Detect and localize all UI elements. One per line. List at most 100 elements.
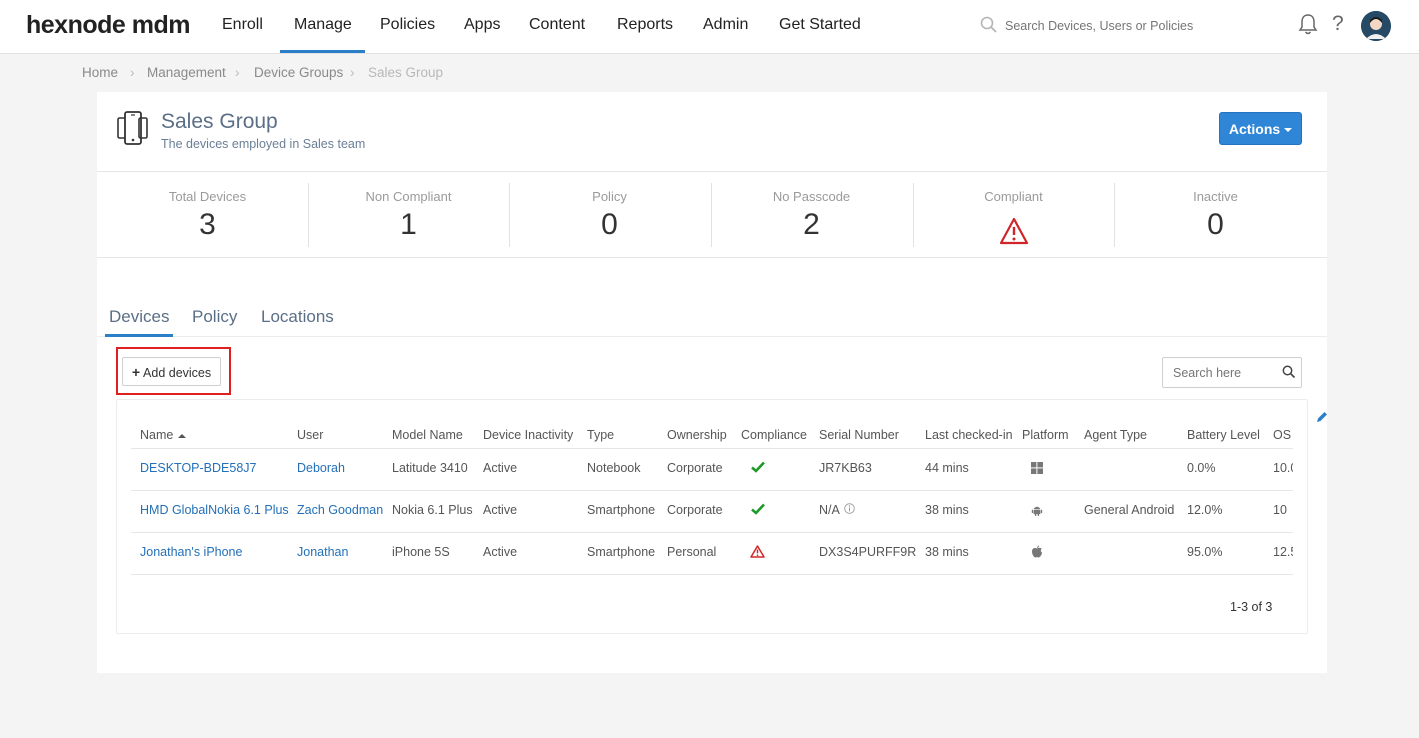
os-cell: 10 — [1273, 503, 1287, 517]
page-subtitle: The devices employed in Sales team — [161, 137, 366, 151]
inactivity-cell: Active — [483, 503, 518, 517]
nav-manage[interactable]: Manage — [294, 16, 352, 34]
nav-enroll[interactable]: Enroll — [222, 16, 263, 34]
user-link[interactable]: Deborah — [297, 461, 345, 475]
column-header-label: Name — [140, 428, 174, 442]
column-header-serial[interactable]: Serial Number — [819, 428, 899, 442]
chevron-right-icon: › — [130, 65, 135, 80]
stat-value: 0 — [601, 208, 618, 241]
stat-value: 3 — [199, 208, 216, 241]
column-header-agent-type[interactable]: Agent Type — [1084, 428, 1147, 442]
checked-in-cell: 38 mins — [925, 545, 969, 559]
stats-bar: Total Devices 3 Non Compliant 1 Policy 0… — [97, 173, 1327, 258]
tab-policy[interactable]: Policy — [192, 307, 237, 327]
column-header-last-checked-in[interactable]: Last checked-in — [925, 428, 1013, 442]
type-cell: Smartphone — [587, 503, 656, 517]
info-icon[interactable] — [844, 503, 855, 517]
nav-admin[interactable]: Admin — [703, 16, 748, 34]
avatar[interactable] — [1361, 11, 1391, 41]
os-cell: 10.0 — [1273, 461, 1293, 475]
table-search — [1162, 357, 1302, 388]
nav-apps[interactable]: Apps — [464, 16, 500, 34]
checked-in-cell: 38 mins — [925, 503, 969, 517]
plus-icon: + — [131, 363, 141, 380]
column-header-inactivity[interactable]: Device Inactivity — [483, 428, 573, 442]
table-search-input[interactable] — [1173, 366, 1273, 380]
column-header-model[interactable]: Model Name — [392, 428, 463, 442]
device-name-link[interactable]: Jonathan's iPhone — [140, 545, 242, 559]
stat-value: 0 — [1207, 208, 1224, 241]
column-header-name[interactable]: Name — [140, 428, 187, 442]
logo[interactable]: hexnode mdm — [26, 11, 190, 40]
stat-label: Inactive — [1193, 189, 1238, 204]
stat-policy[interactable]: Policy 0 — [509, 173, 710, 258]
nav-content[interactable]: Content — [529, 16, 585, 34]
ownership-cell: Personal — [667, 545, 717, 559]
divider — [131, 574, 1293, 575]
actions-button[interactable]: Actions — [1219, 112, 1302, 145]
column-header-battery[interactable]: Battery Level — [1187, 428, 1260, 442]
device-name-link[interactable]: HMD GlobalNokia 6.1 Plus — [140, 503, 289, 517]
stat-label: Policy — [592, 189, 627, 204]
breadcrumb-management[interactable]: Management — [147, 65, 226, 80]
stat-no-passcode[interactable]: No Passcode 2 — [711, 173, 912, 258]
breadcrumb-device-groups[interactable]: Device Groups — [254, 65, 343, 80]
battery-cell: 0.0% — [1187, 461, 1216, 475]
nav-get-started[interactable]: Get Started — [779, 16, 861, 34]
android-icon — [1031, 504, 1043, 519]
add-devices-button[interactable]: + Add devices — [122, 357, 221, 386]
divider — [131, 448, 1293, 449]
os-cell: 12.5 — [1273, 545, 1293, 559]
type-cell: Smartphone — [587, 545, 656, 559]
nav-policies[interactable]: Policies — [380, 16, 435, 34]
bell-icon[interactable] — [1297, 13, 1319, 42]
stat-total-devices[interactable]: Total Devices 3 — [107, 173, 308, 258]
check-icon — [751, 461, 765, 476]
ownership-cell: Corporate — [667, 503, 723, 517]
ownership-cell: Corporate — [667, 461, 723, 475]
model-cell: Nokia 6.1 Plus — [392, 503, 473, 517]
devices-table: Name User Model Name Device Inactivity T… — [116, 399, 1308, 634]
nav-reports[interactable]: Reports — [617, 16, 673, 34]
type-cell: Notebook — [587, 461, 641, 475]
battery-cell: 12.0% — [1187, 503, 1223, 517]
column-header-type[interactable]: Type — [587, 428, 614, 442]
divider — [131, 532, 1293, 533]
stat-value: 2 — [803, 208, 820, 241]
windows-icon — [1031, 462, 1043, 477]
pencil-icon[interactable] — [1315, 410, 1329, 429]
column-header-ownership[interactable]: Ownership — [667, 428, 727, 442]
warning-icon — [750, 545, 765, 561]
stat-inactive[interactable]: Inactive 0 — [1115, 173, 1316, 258]
tab-devices[interactable]: Devices — [109, 307, 169, 327]
serial-cell: N/A — [819, 503, 840, 517]
global-search-input[interactable] — [1005, 19, 1265, 33]
breadcrumb-home[interactable]: Home — [82, 65, 118, 80]
help-icon[interactable]: ? — [1332, 12, 1344, 36]
user-link[interactable]: Zach Goodman — [297, 503, 383, 517]
column-header-user[interactable]: User — [297, 428, 323, 442]
serial-cell: JR7KB63 — [819, 461, 872, 475]
nav-active-indicator — [280, 50, 365, 53]
column-header-compliance[interactable]: Compliance — [741, 428, 807, 442]
search-icon[interactable] — [1282, 365, 1296, 384]
column-header-platform[interactable]: Platform — [1022, 428, 1069, 442]
stat-label: No Passcode — [772, 189, 851, 204]
sort-ascending-icon — [178, 433, 187, 438]
tab-bar: Devices Policy Locations — [97, 299, 1327, 337]
breadcrumb-current: Sales Group — [368, 65, 444, 80]
add-devices-label: Add devices — [143, 365, 212, 380]
chevron-right-icon: › — [350, 65, 355, 80]
tab-locations[interactable]: Locations — [261, 307, 334, 327]
pagination-info: 1-3 of 3 — [1230, 600, 1273, 614]
stat-label: Non Compliant — [365, 189, 452, 204]
battery-cell: 95.0% — [1187, 545, 1223, 559]
device-name-link[interactable]: DESKTOP-BDE58J7 — [140, 461, 256, 475]
user-link[interactable]: Jonathan — [297, 545, 348, 559]
chevron-right-icon: › — [235, 65, 240, 80]
stat-compliant[interactable]: Compliant — [913, 173, 1114, 258]
top-navbar: hexnode mdm Enroll Manage Policies Apps … — [0, 0, 1419, 54]
column-header-os-version[interactable]: OS Ve — [1273, 428, 1293, 442]
group-panel: Sales Group The devices employed in Sale… — [97, 92, 1327, 673]
stat-non-compliant[interactable]: Non Compliant 1 — [308, 173, 509, 258]
